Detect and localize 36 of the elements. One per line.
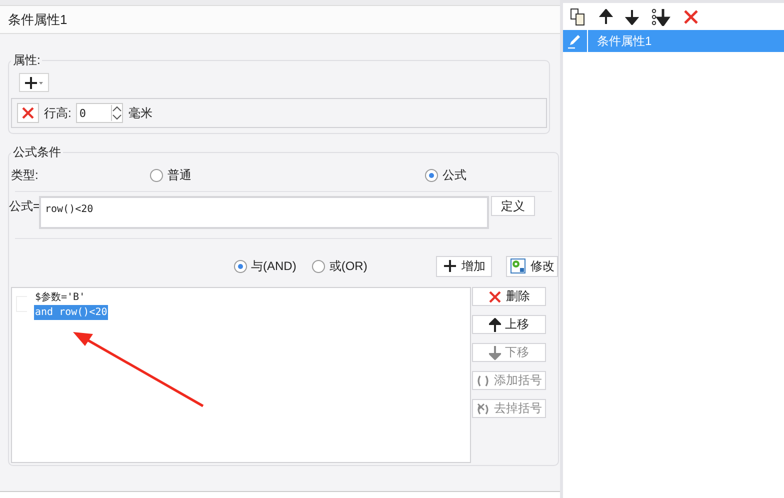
copy-icon[interactable] [569, 8, 587, 26]
section-legend: 公式条件 [11, 144, 63, 161]
close-icon [21, 106, 35, 120]
section-legend: 属性: [11, 52, 42, 69]
down-arrow-icon [489, 346, 501, 360]
gear-icon [510, 258, 526, 274]
condition-item[interactable]: $参数='B' [34, 290, 86, 305]
plus-icon [24, 76, 44, 90]
parentheses-icon [476, 374, 490, 386]
add-button[interactable]: 增加 [436, 256, 492, 276]
modify-button[interactable]: 修改 [506, 256, 558, 276]
radio-option[interactable]: 公式 [425, 166, 466, 184]
type-label: 类型: [11, 166, 38, 184]
radio-option[interactable]: 普通 [150, 166, 192, 184]
define-button[interactable]: 定义 [491, 196, 535, 216]
action-button[interactable]: 删除 [472, 287, 546, 306]
radio-option[interactable]: 或(OR) [312, 258, 368, 274]
action-button[interactable]: 上移 [472, 315, 546, 334]
row-height-label: 行高: [44, 104, 72, 122]
close-icon [488, 290, 502, 304]
up-arrow-icon[interactable] [599, 8, 613, 24]
panel-title: 条件属性1 [0, 5, 560, 34]
radio-option[interactable]: 与(AND) [234, 258, 296, 274]
add-property-button[interactable] [19, 73, 49, 92]
pencil-icon [567, 33, 583, 49]
plus-icon [443, 259, 458, 273]
formula-field[interactable]: row()<20 [39, 196, 489, 229]
unit-label: 毫米 [128, 104, 152, 122]
remove-parentheses-icon [476, 402, 490, 414]
row-height-spinner[interactable]: 0 [76, 103, 124, 123]
up-arrow-icon [489, 318, 501, 332]
move-to-bottom-icon[interactable] [651, 8, 671, 26]
condition-list[interactable]: $参数='B' and row()<20 [11, 287, 471, 463]
down-arrow-icon[interactable] [625, 8, 639, 24]
close-icon[interactable] [683, 8, 699, 24]
remove-button[interactable] [17, 103, 39, 123]
